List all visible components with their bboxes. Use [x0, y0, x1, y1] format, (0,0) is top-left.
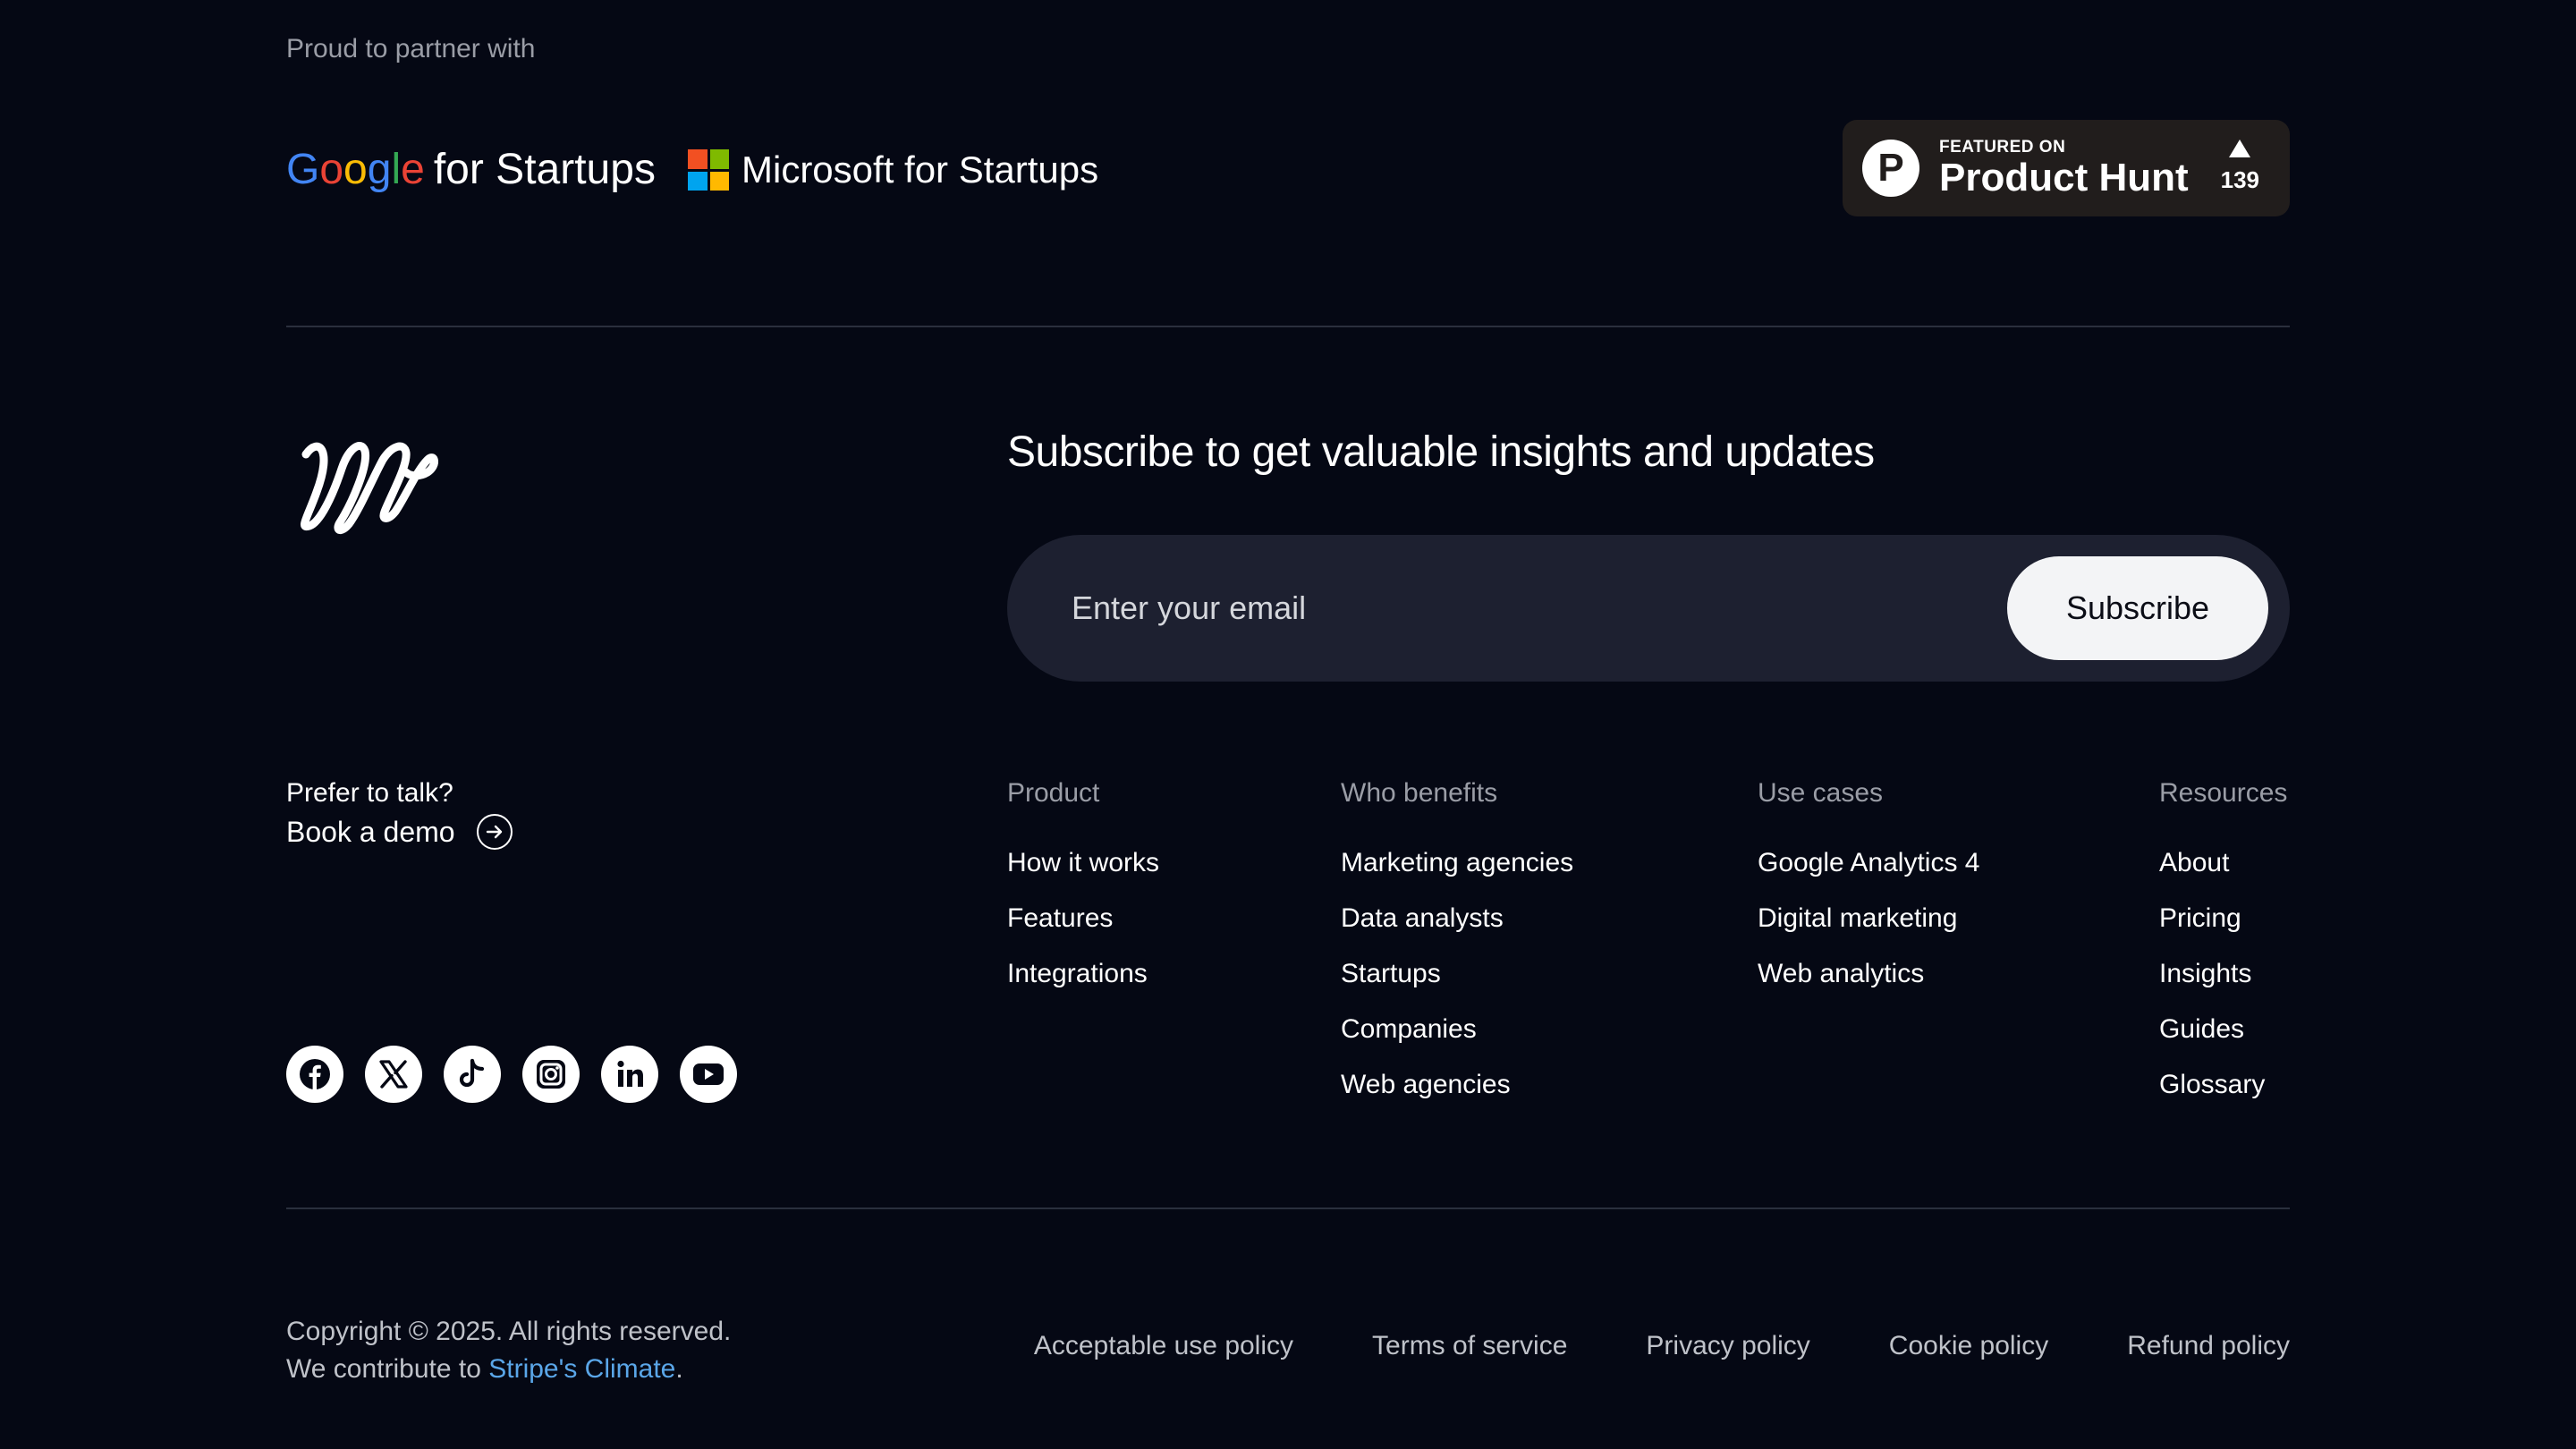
footer-link[interactable]: Digital marketing — [1758, 891, 1979, 946]
product-hunt-badge[interactable]: P FEATURED ON Product Hunt 139 — [1843, 120, 2290, 216]
product-hunt-icon: P — [1862, 140, 1919, 197]
footer-column-product: Product How it works Features Integratio… — [1007, 778, 1159, 1002]
brand-logo[interactable] — [286, 429, 438, 537]
subscribe-button[interactable]: Subscribe — [2007, 556, 2268, 660]
climate-contribution: We contribute to Stripe's Climate. — [286, 1351, 731, 1388]
top-divider — [286, 326, 2290, 327]
stripe-climate-link[interactable]: Stripe's Climate — [488, 1354, 675, 1384]
google-letter: o — [343, 146, 368, 193]
footer-link[interactable]: About — [2159, 835, 2287, 891]
footer-link[interactable]: Glossary — [2159, 1057, 2287, 1113]
microsoft-logo-icon — [688, 149, 729, 191]
social-links — [286, 1046, 737, 1103]
legal-links: Acceptable use policy Terms of service P… — [1034, 1331, 2290, 1361]
footer-link[interactable]: Web analytics — [1758, 946, 1979, 1002]
column-heading: Use cases — [1758, 778, 1884, 808]
footer-link[interactable]: Web agencies — [1341, 1057, 1573, 1113]
book-demo-label: Book a demo — [286, 815, 455, 848]
column-heading: Product — [1007, 778, 1100, 808]
google-letter: G — [286, 146, 320, 193]
bottom-divider — [286, 1208, 2290, 1209]
facebook-icon[interactable] — [286, 1046, 343, 1103]
footer-page: Proud to partner with Google for Startups… — [0, 0, 2576, 1449]
refund-policy-link[interactable]: Refund policy — [2127, 1331, 2290, 1361]
footer-link[interactable]: Marketing agencies — [1341, 835, 1573, 891]
product-hunt-votes: 139 — [2221, 140, 2259, 194]
cookie-policy-link[interactable]: Cookie policy — [1889, 1331, 2048, 1361]
column-heading: Resources — [2159, 778, 2288, 808]
footer-link[interactable]: Features — [1007, 891, 1159, 946]
instagram-icon[interactable] — [522, 1046, 580, 1103]
tiktok-icon[interactable] — [444, 1046, 501, 1103]
book-demo-link[interactable]: Book a demo — [286, 814, 513, 850]
climate-suffix: . — [675, 1354, 683, 1384]
partners-title: Proud to partner with — [286, 34, 536, 64]
footer-column-who-benefits: Who benefits Marketing agencies Data ana… — [1341, 778, 1573, 1113]
footer-link[interactable]: Guides — [2159, 1002, 2287, 1057]
footer-link[interactable]: Companies — [1341, 1002, 1573, 1057]
terms-of-service-link[interactable]: Terms of service — [1372, 1331, 1567, 1361]
arrow-right-circle-icon — [476, 814, 513, 850]
google-letter: g — [367, 146, 392, 193]
microsoft-logo-label: Microsoft for Startups — [741, 148, 1099, 191]
x-icon[interactable] — [365, 1046, 422, 1103]
youtube-icon[interactable] — [680, 1046, 737, 1103]
copyright-block: Copyright © 2025. All rights reserved. W… — [286, 1313, 731, 1388]
footer-link[interactable]: How it works — [1007, 835, 1159, 891]
copyright-text: Copyright © 2025. All rights reserved. — [286, 1317, 732, 1346]
prefer-to-talk-text: Prefer to talk? — [286, 778, 453, 808]
product-hunt-featured-label: FEATURED ON — [1939, 138, 2066, 157]
microsoft-for-startups-logo[interactable]: Microsoft for Startups — [688, 148, 1098, 191]
footer-link[interactable]: Insights — [2159, 946, 2287, 1002]
upvote-arrow-icon — [2229, 140, 2251, 157]
footer-link[interactable]: Google Analytics 4 — [1758, 835, 1979, 891]
subscribe-form: Subscribe — [1007, 535, 2290, 682]
footer-column-resources: Resources About Pricing Insights Guides … — [2159, 778, 2287, 1113]
footer-link[interactable]: Data analysts — [1341, 891, 1573, 946]
product-hunt-name: Product Hunt — [1939, 156, 2189, 199]
product-hunt-vote-count: 139 — [2220, 166, 2259, 193]
privacy-policy-link[interactable]: Privacy policy — [1646, 1331, 1809, 1361]
footer-link[interactable]: Startups — [1341, 946, 1573, 1002]
climate-prefix: We contribute to — [286, 1354, 489, 1384]
subscribe-title: Subscribe to get valuable insights and u… — [1007, 428, 1875, 476]
google-letter: l — [391, 146, 402, 193]
footer-link[interactable]: Integrations — [1007, 946, 1159, 1002]
footer-link[interactable]: Pricing — [2159, 891, 2287, 946]
google-letter: e — [401, 146, 425, 193]
footer-column-use-cases: Use cases Google Analytics 4 Digital mar… — [1758, 778, 1979, 1002]
product-hunt-logo-letter: P — [1877, 146, 1904, 190]
linkedin-icon[interactable] — [601, 1046, 658, 1103]
column-heading: Who benefits — [1341, 778, 1498, 808]
acceptable-use-policy-link[interactable]: Acceptable use policy — [1034, 1331, 1293, 1361]
google-for-startups-logo[interactable]: Google for Startups — [286, 143, 656, 197]
google-logo-suffix: for Startups — [433, 146, 656, 193]
google-letter: o — [319, 146, 344, 193]
email-input[interactable] — [1072, 535, 1966, 682]
